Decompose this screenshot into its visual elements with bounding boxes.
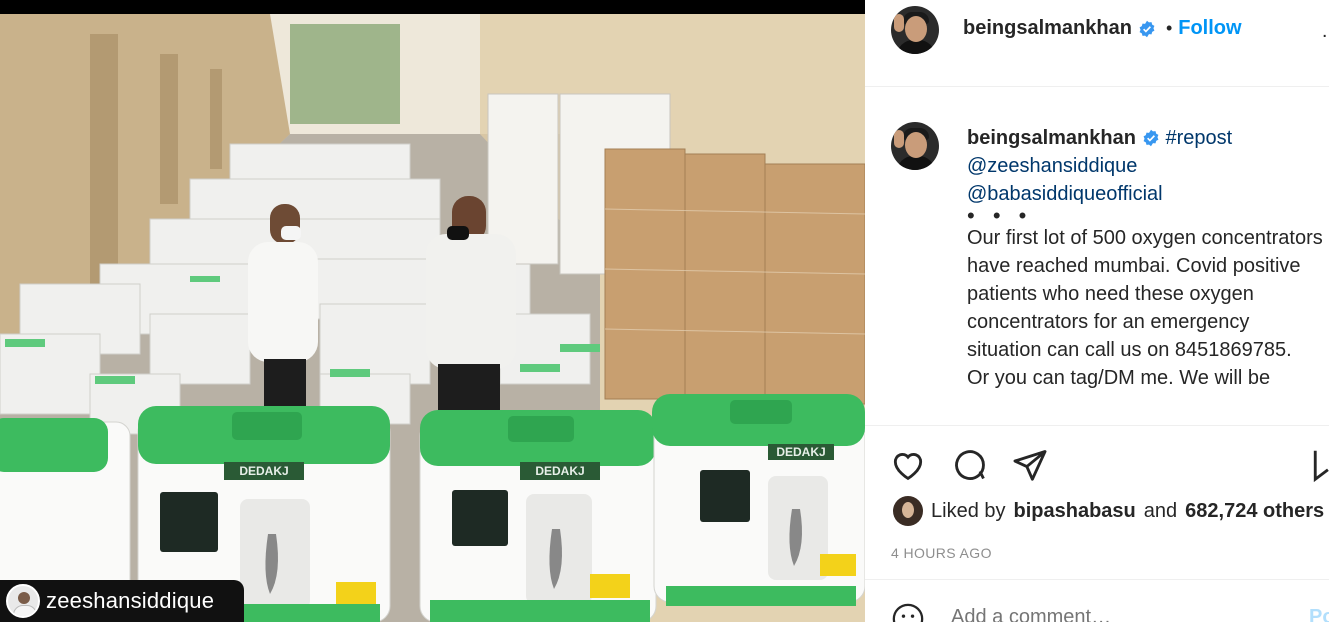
more-options-icon[interactable]: … xyxy=(1321,20,1329,40)
mention-zeeshansiddique[interactable]: @zeeshansiddique xyxy=(967,155,1137,177)
post-comment-button[interactable]: Post xyxy=(1309,606,1329,622)
tagged-username: zeeshansiddique xyxy=(46,588,215,613)
add-comment-bar: Post xyxy=(865,579,1329,622)
follow-button[interactable]: Follow xyxy=(1178,17,1241,40)
mention-babasiddiqueofficial[interactable]: @babasiddiqueofficial xyxy=(967,183,1163,205)
warehouse-photo: DEDAKJ DEDAKJ DEDAKJ xyxy=(0,14,865,622)
header-separator: • xyxy=(1165,18,1173,38)
action-bar xyxy=(865,440,1329,488)
caption-area: beingsalmankhan #repost @zeeshansiddique… xyxy=(865,88,1329,426)
post-header: beingsalmankhan • Follow … xyxy=(865,0,1329,87)
likes-others[interactable]: 682,724 others xyxy=(1185,500,1324,523)
image-top-bar xyxy=(0,0,865,14)
verified-badge-icon xyxy=(1139,20,1155,37)
liker-username[interactable]: bipashabasu xyxy=(1014,500,1136,523)
add-comment-input[interactable] xyxy=(951,606,1271,622)
post-side-panel: beingsalmankhan • Follow … beingsalmankh… xyxy=(865,0,1329,622)
likes-prefix: Liked by xyxy=(931,499,1006,522)
save-bookmark-icon[interactable] xyxy=(1311,446,1329,484)
caption-avatar[interactable] xyxy=(891,122,939,170)
caption-text-continued: Or you can tag/DM me. We will be xyxy=(967,367,1271,389)
caption-verified-badge-icon xyxy=(1143,129,1159,147)
emoji-icon[interactable] xyxy=(891,602,925,622)
likes-summary: Liked by bipashabasu and 682,724 others xyxy=(893,496,1324,526)
share-direct-icon[interactable] xyxy=(1011,446,1049,484)
profile-avatar[interactable] xyxy=(891,6,939,54)
post-caption: beingsalmankhan #repost @zeeshansiddique… xyxy=(967,124,1327,392)
post-timestamp[interactable]: 4 HOURS AGO xyxy=(891,545,992,561)
caption-username[interactable]: beingsalmankhan xyxy=(967,127,1136,149)
caption-dots: • • • xyxy=(967,203,1033,228)
comment-icon[interactable] xyxy=(951,446,989,484)
like-heart-icon[interactable] xyxy=(889,446,927,484)
machine-brand-label: DEDAKJ xyxy=(239,464,288,478)
post-image[interactable]: DEDAKJ DEDAKJ DEDAKJ zeeshansiddique xyxy=(0,0,865,622)
tagged-user-label[interactable]: zeeshansiddique xyxy=(0,580,244,622)
machine-brand-label: DEDAKJ xyxy=(776,445,825,459)
tagged-user-avatar xyxy=(6,584,40,618)
liker-avatar[interactable] xyxy=(893,496,923,526)
header-username[interactable]: beingsalmankhan xyxy=(963,17,1132,40)
likes-and: and xyxy=(1143,499,1178,522)
machine-brand-label: DEDAKJ xyxy=(535,464,584,478)
hashtag-repost[interactable]: #repost xyxy=(1166,127,1233,149)
caption-text: Our first lot of 500 oxygen concentrator… xyxy=(967,227,1323,361)
